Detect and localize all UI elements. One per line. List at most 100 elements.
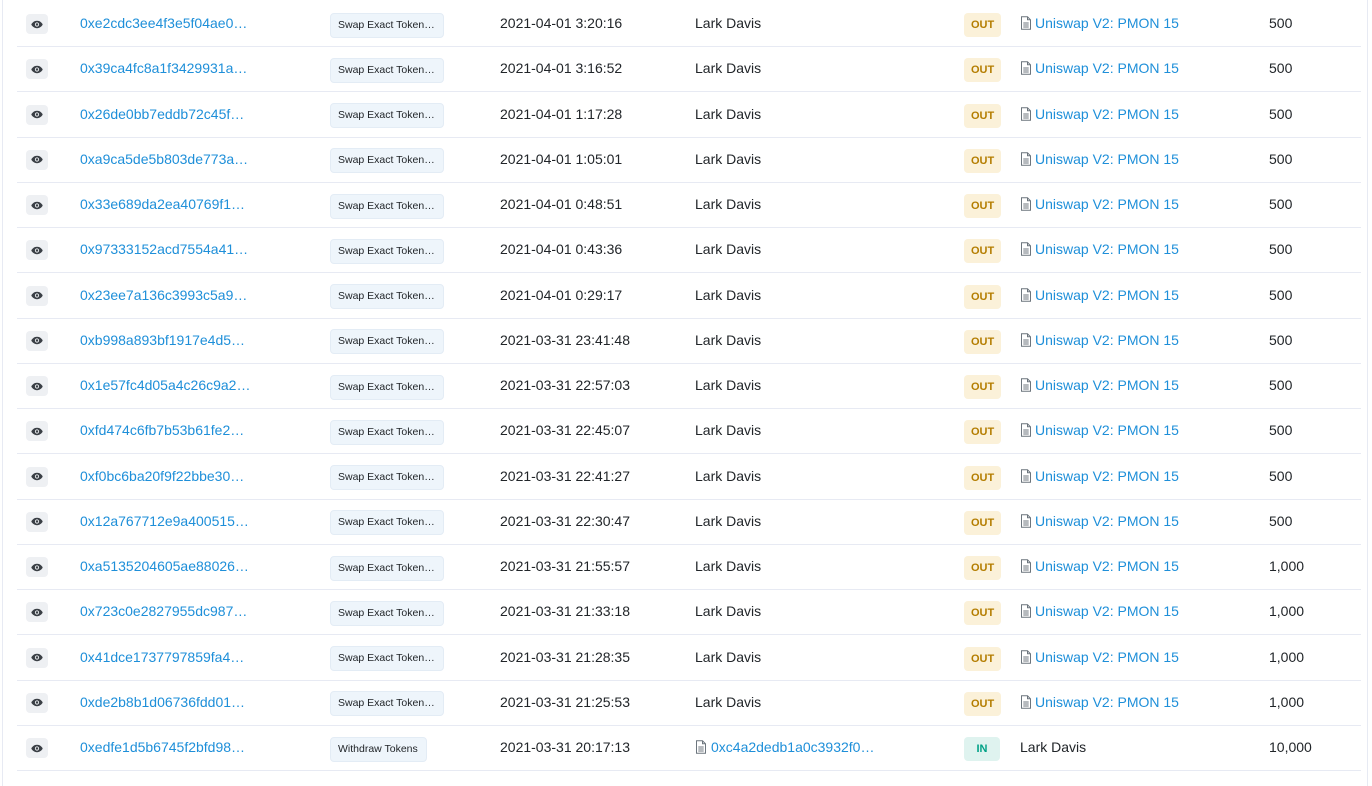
txn-timestamp: 2021-03-31 22:41:27 xyxy=(500,467,630,484)
method-cell: Swap Exact Token… xyxy=(330,229,444,273)
txn-hash-link[interactable]: 0xb998a893bf1917e4d5… xyxy=(80,332,245,348)
view-details-button[interactable] xyxy=(26,330,48,351)
to-address-link[interactable]: Uniswap V2: PMON 15 xyxy=(1035,60,1179,76)
from-address-label[interactable]: Lark Davis xyxy=(695,332,761,348)
from-address-label[interactable]: Lark Davis xyxy=(695,241,761,257)
to-cell: Uniswap V2: PMON 15 xyxy=(1020,1,1179,45)
to-address-link[interactable]: Uniswap V2: PMON 15 xyxy=(1035,15,1179,31)
from-address-label[interactable]: Lark Davis xyxy=(695,287,761,303)
to-address-link[interactable]: Uniswap V2: PMON 15 xyxy=(1035,422,1179,438)
txn-hash-cell: 0xfd474c6fb7b53b61fe2… xyxy=(80,408,244,452)
to-address-link[interactable]: Uniswap V2: PMON 15 xyxy=(1035,558,1179,574)
from-address-label[interactable]: Lark Davis xyxy=(695,513,761,529)
view-details-button[interactable] xyxy=(26,195,48,215)
quantity-cell: 1,000 xyxy=(1269,635,1304,679)
txn-hash-link[interactable]: 0xa9ca5de5b803de773a… xyxy=(80,151,248,167)
to-address-link[interactable]: Uniswap V2: PMON 15 xyxy=(1035,603,1179,619)
quantity-cell: 500 xyxy=(1269,273,1292,317)
to-address-link[interactable]: Uniswap V2: PMON 15 xyxy=(1035,649,1179,665)
quantity-cell: 1,000 xyxy=(1269,680,1304,724)
from-address-label[interactable]: Lark Davis xyxy=(695,60,761,76)
txn-hash-link[interactable]: 0x33e689da2ea40769f1… xyxy=(80,196,245,212)
from-address-label[interactable]: Lark Davis xyxy=(695,151,761,167)
view-details-button[interactable] xyxy=(26,511,48,532)
txn-hash-link[interactable]: 0xde2b8b1d06736fdd01… xyxy=(80,694,245,710)
to-address-link[interactable]: Uniswap V2: PMON 15 xyxy=(1035,241,1179,257)
from-address-label[interactable]: Lark Davis xyxy=(695,558,761,574)
view-details-button[interactable] xyxy=(26,59,48,80)
to-address-link[interactable]: Uniswap V2: PMON 15 xyxy=(1035,106,1179,122)
txn-hash-link[interactable]: 0x97333152acd7554a41… xyxy=(80,241,248,257)
txn-hash-link[interactable]: 0xa5135204605ae88026… xyxy=(80,558,249,574)
view-details-button[interactable] xyxy=(26,285,48,306)
from-address-label[interactable]: Lark Davis xyxy=(695,196,761,212)
from-address-label[interactable]: Lark Davis xyxy=(695,106,761,122)
txn-hash-cell: 0x1e57fc4d05a4c26c9a2… xyxy=(80,363,250,407)
direction-cell: OUT xyxy=(964,48,1002,92)
from-address-label[interactable]: Lark Davis xyxy=(695,649,761,665)
method-badge: Swap Exact Token… xyxy=(330,329,444,355)
view-details-button[interactable] xyxy=(26,466,48,487)
to-address-link[interactable]: Uniswap V2: PMON 15 xyxy=(1035,377,1179,393)
txn-hash-link[interactable]: 0xe2cdc3ee4f3e5f04ae0… xyxy=(80,15,247,31)
view-cell xyxy=(26,500,48,544)
from-address-label[interactable]: Lark Davis xyxy=(695,377,761,393)
view-details-button[interactable] xyxy=(26,149,48,170)
eye-icon xyxy=(31,472,43,481)
txn-hash-link[interactable]: 0x39ca4fc8a1f3429931a… xyxy=(80,60,247,76)
view-details-button[interactable] xyxy=(26,602,48,623)
view-details-button[interactable] xyxy=(26,647,48,668)
txn-hash-cell: 0x97333152acd7554a41… xyxy=(80,227,248,271)
view-details-button[interactable] xyxy=(26,376,48,396)
txn-hash-cell: 0xb998a893bf1917e4d5… xyxy=(80,318,245,362)
age-cell: 2021-04-01 0:48:51 xyxy=(500,182,622,226)
from-address-label[interactable]: Lark Davis xyxy=(695,603,761,619)
to-address-link[interactable]: Uniswap V2: PMON 15 xyxy=(1035,287,1179,303)
from-address-link[interactable]: 0xc4a2dedb1a0c3932f0… xyxy=(711,739,874,755)
view-details-button[interactable] xyxy=(26,14,48,34)
method-cell: Swap Exact Token… xyxy=(330,410,444,454)
txn-hash-link[interactable]: 0xedfe1d5b6745f2bfd98… xyxy=(80,739,245,755)
to-address-link[interactable]: Uniswap V2: PMON 15 xyxy=(1035,694,1179,710)
view-details-button[interactable] xyxy=(26,738,48,758)
txn-hash-link[interactable]: 0x41dce1737797859fa4… xyxy=(80,649,244,665)
from-address-label[interactable]: Lark Davis xyxy=(695,468,761,484)
eye-icon xyxy=(31,156,43,164)
document-icon xyxy=(1021,287,1031,302)
txn-hash-link[interactable]: 0x23ee7a136c3993c5a9… xyxy=(80,287,247,303)
txn-hash-link[interactable]: 0x12a767712e9a400515… xyxy=(80,513,249,529)
to-address-link[interactable]: Uniswap V2: PMON 15 xyxy=(1035,332,1179,348)
age-cell: 2021-03-31 21:55:57 xyxy=(500,544,630,588)
txn-hash-link[interactable]: 0xfd474c6fb7b53b61fe2… xyxy=(80,422,244,438)
txn-hash-link[interactable]: 0x1e57fc4d05a4c26c9a2… xyxy=(80,377,250,393)
method-badge: Swap Exact Token… xyxy=(330,148,444,174)
view-details-button[interactable] xyxy=(26,421,48,442)
method-badge: Swap Exact Token… xyxy=(330,103,444,128)
table-row: 0xa9ca5de5b803de773a… Swap Exact Token… … xyxy=(17,138,1361,183)
eye-icon xyxy=(31,608,43,616)
direction-cell: OUT xyxy=(964,501,1002,545)
age-cell: 2021-03-31 21:33:18 xyxy=(500,589,630,633)
to-cell: Uniswap V2: PMON 15 xyxy=(1020,318,1179,362)
document-icon xyxy=(1021,468,1031,483)
from-address-label[interactable]: Lark Davis xyxy=(695,422,761,438)
view-details-button[interactable] xyxy=(26,104,48,125)
table-row: 0x97333152acd7554a41… Swap Exact Token… … xyxy=(17,227,1361,274)
txn-hash-link[interactable]: 0x723c0e2827955dc987… xyxy=(80,603,247,619)
view-details-button[interactable] xyxy=(26,557,48,577)
to-address-link[interactable]: Uniswap V2: PMON 15 xyxy=(1035,513,1179,529)
direction-badge: IN xyxy=(964,737,1000,761)
txn-hash-cell: 0xde2b8b1d06736fdd01… xyxy=(80,680,245,724)
to-address-link[interactable]: Uniswap V2: PMON 15 xyxy=(1035,151,1179,167)
view-details-button[interactable] xyxy=(26,692,48,713)
from-address-label[interactable]: Lark Davis xyxy=(695,694,761,710)
to-address-link[interactable]: Uniswap V2: PMON 15 xyxy=(1035,468,1179,484)
txn-timestamp: 2021-03-31 21:33:18 xyxy=(500,603,630,620)
to-address-label[interactable]: Lark Davis xyxy=(1020,739,1086,755)
view-details-button[interactable] xyxy=(26,240,48,261)
table-row: 0x41dce1737797859fa4… Swap Exact Token… … xyxy=(17,636,1361,681)
txn-hash-link[interactable]: 0x26de0bb7eddb72c45f… xyxy=(80,106,244,122)
from-address-label[interactable]: Lark Davis xyxy=(695,15,761,31)
to-address-link[interactable]: Uniswap V2: PMON 15 xyxy=(1035,196,1179,212)
txn-hash-link[interactable]: 0xf0bc6ba20f9f22bbe30… xyxy=(80,468,244,484)
